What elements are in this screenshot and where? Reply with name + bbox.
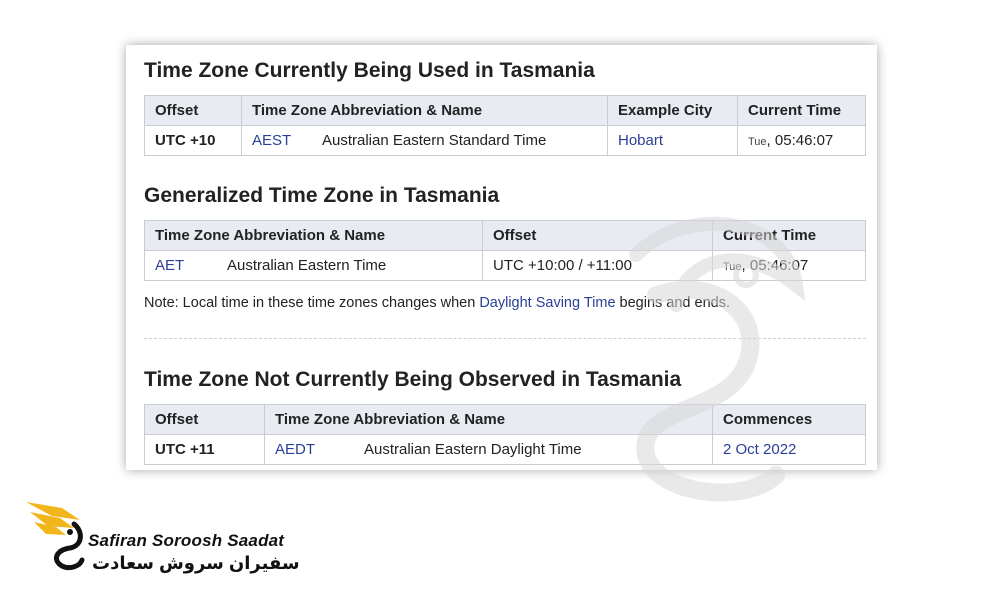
- col-abbr-name: Time Zone Abbreviation & Name: [241, 95, 608, 126]
- col-current-time: Current Time: [712, 220, 866, 251]
- abbr-name-cell: AEST Australian Eastern Standard Time: [241, 125, 608, 156]
- col-commences: Commences: [712, 404, 866, 435]
- brand-name-fa: سفیران سروش سعادت: [92, 553, 300, 573]
- time-value: , 05:46:07: [741, 257, 809, 274]
- table-header-row: Time Zone Abbreviation & Name Offset Cur…: [144, 220, 866, 251]
- timezone-name: Australian Eastern Standard Time: [322, 132, 547, 149]
- dst-link[interactable]: Daylight Saving Time: [479, 295, 615, 311]
- note-suffix: begins and ends.: [615, 295, 730, 311]
- note-prefix: Note: Local time in these time zones cha…: [144, 295, 480, 311]
- city-link-hobart[interactable]: Hobart: [618, 132, 663, 149]
- brand-logo-icon: [26, 502, 85, 571]
- section-divider: [144, 338, 866, 339]
- abbr-link-aest[interactable]: AEST: [252, 132, 322, 149]
- timezone-name: Australian Eastern Time: [227, 257, 387, 274]
- generalized-timezone-table: Time Zone Abbreviation & Name Offset Cur…: [144, 220, 866, 281]
- commences-cell: 2 Oct 2022: [712, 434, 866, 465]
- table-row: UTC +10 AEST Australian Eastern Standard …: [144, 125, 866, 156]
- timezone-name: Australian Eastern Daylight Time: [364, 441, 582, 458]
- abbr-name-cell: AEDT Australian Eastern Daylight Time: [264, 434, 713, 465]
- time-value: , 05:46:07: [766, 132, 834, 149]
- table-header-row: Offset Time Zone Abbreviation & Name Exa…: [144, 95, 866, 126]
- offset-cell: UTC +10: [144, 125, 242, 156]
- not-observed-timezone-table: Offset Time Zone Abbreviation & Name Com…: [144, 404, 866, 465]
- section-title-current: Time Zone Currently Being Used in Tasman…: [144, 59, 595, 82]
- col-example-city: Example City: [607, 95, 738, 126]
- commences-date-link[interactable]: 2 Oct 2022: [723, 441, 796, 458]
- table-header-row: Offset Time Zone Abbreviation & Name Com…: [144, 404, 866, 435]
- current-time-cell: Tue, 05:46:07: [712, 250, 866, 281]
- weekday-label: Tue: [748, 136, 767, 148]
- section-title-generalized: Generalized Time Zone in Tasmania: [144, 184, 500, 207]
- weekday-label: Tue: [723, 261, 742, 273]
- abbr-link-aet[interactable]: AET: [155, 257, 227, 274]
- col-offset: Offset: [144, 95, 242, 126]
- offset-cell: UTC +10:00 / +11:00: [482, 250, 713, 281]
- col-offset: Offset: [482, 220, 713, 251]
- city-cell: Hobart: [607, 125, 738, 156]
- current-timezone-table: Offset Time Zone Abbreviation & Name Exa…: [144, 95, 866, 156]
- offset-cell: UTC +11: [144, 434, 265, 465]
- col-current-time: Current Time: [737, 95, 866, 126]
- section-title-not-observed: Time Zone Not Currently Being Observed i…: [144, 368, 682, 391]
- table-row: UTC +11 AEDT Australian Eastern Daylight …: [144, 434, 866, 465]
- current-time-cell: Tue, 05:46:07: [737, 125, 866, 156]
- brand-name-en: Safiran Soroosh Saadat: [88, 531, 285, 550]
- col-offset: Offset: [144, 404, 265, 435]
- dst-note: Note: Local time in these time zones cha…: [144, 295, 730, 311]
- table-row: AET Australian Eastern Time UTC +10:00 / …: [144, 250, 866, 281]
- abbr-name-cell: AET Australian Eastern Time: [144, 250, 483, 281]
- col-abbr-name: Time Zone Abbreviation & Name: [264, 404, 713, 435]
- abbr-link-aedt[interactable]: AEDT: [275, 441, 364, 458]
- timezone-card: Time Zone Currently Being Used in Tasman…: [126, 45, 877, 502]
- col-abbr-name: Time Zone Abbreviation & Name: [144, 220, 483, 251]
